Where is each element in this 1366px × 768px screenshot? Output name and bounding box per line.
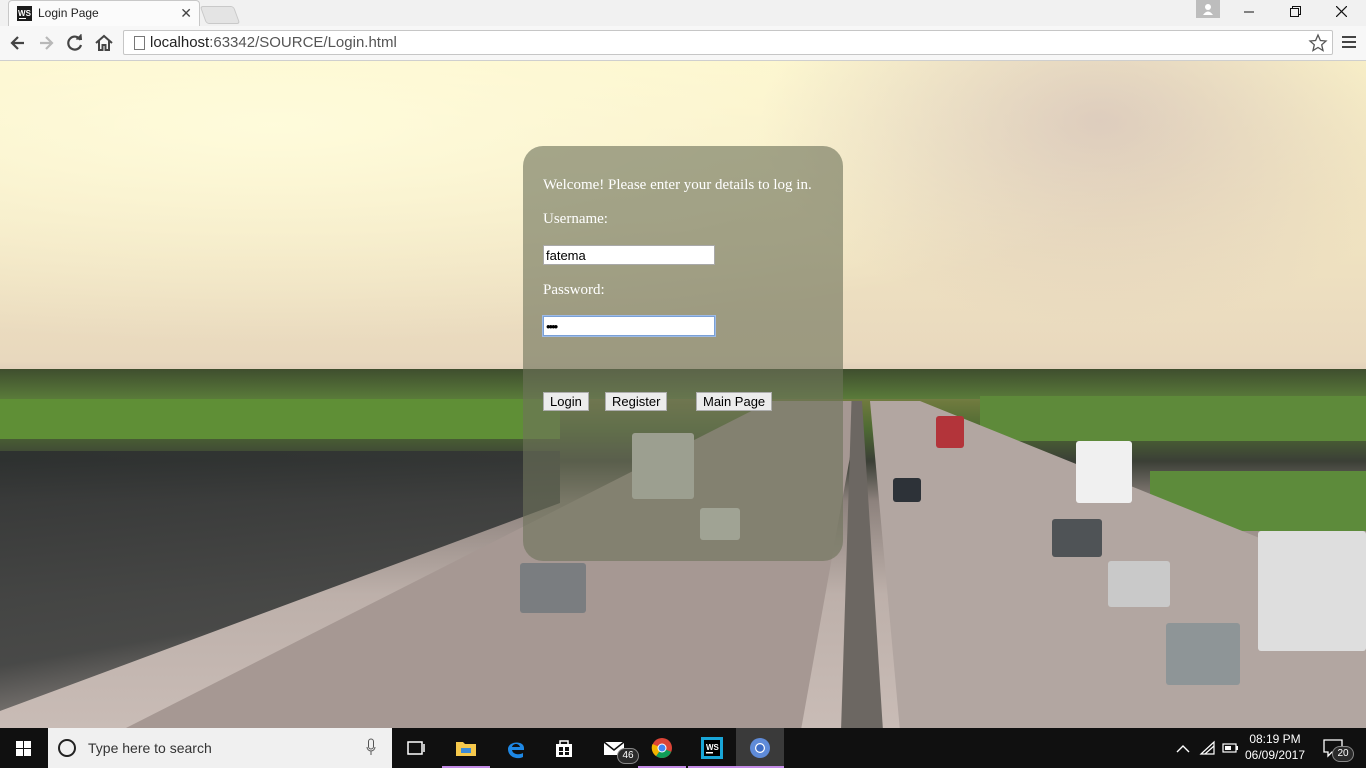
mail-badge: 46 — [617, 748, 639, 764]
close-window-icon[interactable] — [1318, 0, 1364, 24]
background-truck — [936, 416, 964, 448]
background-car — [893, 478, 921, 502]
wifi-icon[interactable] — [1198, 728, 1218, 768]
microphone-icon[interactable] — [366, 738, 376, 756]
show-hidden-icons-chevron-icon[interactable] — [1174, 728, 1192, 768]
system-clock[interactable]: 08:19 PM 06/09/2017 — [1240, 731, 1310, 763]
background-car — [1052, 519, 1102, 557]
store-icon[interactable] — [540, 728, 588, 768]
task-view-icon[interactable] — [392, 728, 440, 768]
menu-icon[interactable] — [1340, 33, 1358, 51]
url-text: localhost:63342/SOURCE/Login.html — [150, 34, 397, 51]
browser-tab[interactable]: WS Login Page ✕ — [8, 0, 200, 26]
tab-close-icon[interactable]: ✕ — [180, 5, 192, 21]
address-bar[interactable]: localhost:63342/SOURCE/Login.html — [123, 30, 1333, 55]
background-truck — [1258, 531, 1366, 651]
notification-badge: 20 — [1332, 746, 1354, 762]
taskbar: Type here to search 46 WS 08:19 PM 06/09… — [0, 728, 1366, 768]
file-explorer-icon[interactable] — [442, 728, 490, 768]
battery-icon[interactable] — [1222, 728, 1240, 768]
tab-title: Login Page — [38, 6, 99, 20]
background-car — [520, 563, 586, 613]
action-center-icon[interactable]: 20 — [1318, 728, 1366, 768]
home-icon[interactable] — [94, 33, 114, 53]
new-tab-button[interactable] — [199, 6, 241, 24]
background-car — [1108, 561, 1170, 607]
register-button[interactable]: Register — [605, 392, 668, 411]
background-field — [980, 396, 1366, 441]
browser-titlebar: WS Login Page ✕ — [0, 0, 1366, 26]
edge-icon[interactable] — [492, 728, 540, 768]
background-field — [0, 399, 560, 439]
mail-icon[interactable]: 46 — [590, 728, 639, 768]
svg-text:WS: WS — [706, 743, 720, 752]
bookmark-star-icon[interactable] — [1308, 33, 1328, 53]
chrome-canary-icon[interactable] — [736, 728, 784, 768]
login-button[interactable]: Login — [543, 392, 589, 411]
webstorm-favicon-icon: WS — [17, 6, 32, 21]
restore-icon[interactable] — [1272, 0, 1318, 24]
search-placeholder: Type here to search — [88, 740, 212, 756]
cortana-icon — [58, 739, 76, 757]
profile-icon[interactable] — [1196, 0, 1220, 18]
password-input[interactable] — [543, 316, 715, 336]
username-label: Username: — [543, 211, 608, 227]
chrome-icon[interactable] — [638, 728, 686, 768]
main-page-button[interactable]: Main Page — [696, 392, 773, 411]
reload-icon[interactable] — [65, 33, 85, 53]
webstorm-icon[interactable]: WS — [688, 728, 736, 768]
minimize-icon[interactable] — [1226, 0, 1272, 24]
taskbar-search-box[interactable]: Type here to search — [48, 728, 392, 768]
browser-toolbar: localhost:63342/SOURCE/Login.html — [0, 26, 1366, 61]
page-icon — [134, 36, 145, 50]
forward-arrow-icon[interactable] — [36, 33, 56, 53]
welcome-text: Welcome! Please enter your details to lo… — [543, 177, 812, 193]
page-viewport: Welcome! Please enter your details to lo… — [0, 61, 1366, 728]
clock-date: 06/09/2017 — [1244, 748, 1306, 762]
windows-start-icon[interactable] — [0, 728, 48, 768]
background-car — [1166, 623, 1240, 685]
login-panel: Welcome! Please enter your details to lo… — [523, 146, 843, 561]
background-truck — [1076, 441, 1132, 503]
clock-time: 08:19 PM — [1249, 732, 1301, 746]
password-label: Password: — [543, 282, 605, 298]
back-arrow-icon[interactable] — [8, 33, 28, 53]
username-input[interactable] — [543, 245, 715, 265]
